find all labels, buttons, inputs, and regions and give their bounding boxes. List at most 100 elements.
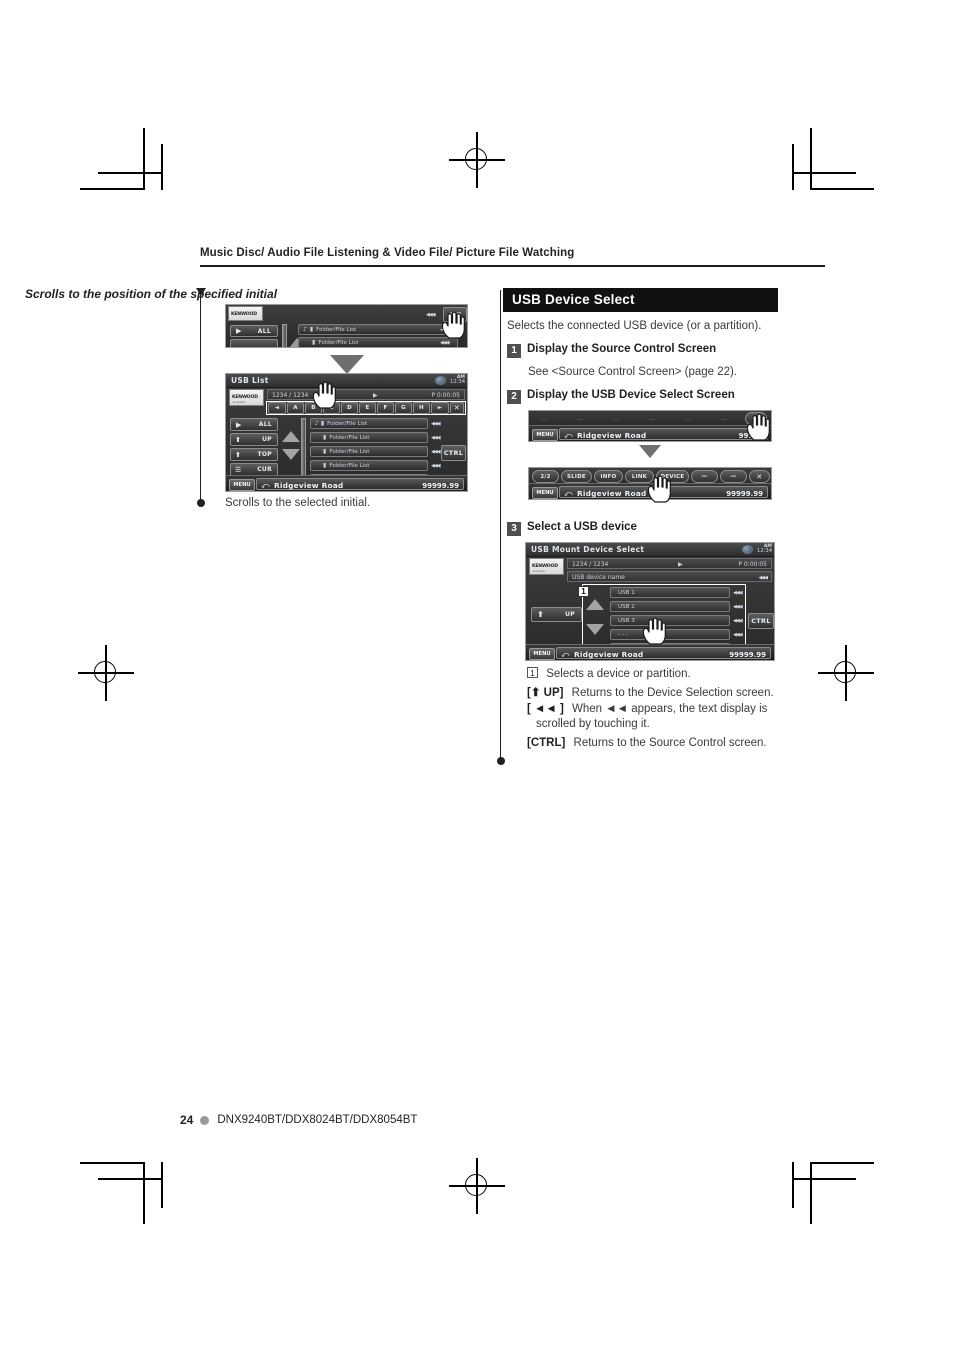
row-scroll-icon[interactable]: ◀◀◀: [733, 618, 742, 624]
all-button[interactable]: ▶ ALL: [230, 418, 278, 431]
ctrl-button[interactable]: CTRL: [748, 613, 774, 629]
up-button[interactable]: ⬆ UP: [230, 433, 278, 446]
crop-mark-br-v: [810, 1162, 812, 1224]
row-scroll-icon[interactable]: ◀◀◀: [758, 575, 767, 581]
list-item[interactable]: ▮ Folder/File List: [310, 446, 428, 457]
rule-end-dot-icon: [196, 499, 205, 507]
all-button-label: ALL: [257, 327, 271, 335]
play-icon: ▶: [373, 392, 378, 399]
scroll-down-arrow-icon[interactable]: [282, 449, 300, 460]
list-item-label: Folder/File List: [318, 339, 359, 346]
alpha-key[interactable]: D: [341, 402, 358, 414]
device-list-item-label: USB 2: [618, 603, 635, 610]
screen-bottom-bar: MENU ⤺ Ridgeview Road 99999: [529, 425, 771, 441]
touch-hand-cursor: [646, 475, 672, 503]
dash-placeholder: —: [613, 415, 620, 423]
clock-display: AM 12:34: [450, 375, 465, 385]
dash-placeholder: —: [721, 415, 728, 423]
note-key: [⬆ UP]: [527, 687, 564, 699]
crop-mark-br-h: [810, 1162, 874, 1164]
scroll-up-arrow-icon[interactable]: [586, 599, 604, 610]
crop-mark-bl-h2: [98, 1178, 162, 1180]
close-button[interactable]: ✕: [450, 402, 464, 414]
scroll-down-arrow-icon[interactable]: [586, 624, 604, 635]
track-strip[interactable]: ⤺ Ridgeview Road 99999.99: [256, 478, 464, 490]
list-item[interactable]: ▮ Folder/File List: [310, 460, 428, 471]
folder-up-icon: ⬆: [537, 610, 545, 619]
step-2: 2 Display the USB Device Select Screen: [507, 389, 735, 404]
turn-arrow-icon: ⤺: [261, 481, 270, 490]
track-count: 1234 / 1234: [272, 392, 309, 399]
alpha-key[interactable]: A: [287, 402, 304, 414]
crop-mark-bl-v: [143, 1162, 145, 1224]
list-scrollbar-partial[interactable]: [282, 324, 287, 347]
device-list-item[interactable]: USB 3: [610, 615, 730, 626]
crop-mark-tr-h: [810, 188, 874, 190]
slide-button[interactable]: SLIDE: [561, 470, 592, 483]
dash-placeholder: —: [541, 415, 548, 423]
registration-mark-left: [78, 645, 134, 701]
list-item-label: Folder/File List: [316, 326, 357, 333]
list-item[interactable]: ▮ Folder/File List: [298, 337, 458, 347]
row-scroll-icon[interactable]: ◀◀◀: [431, 463, 440, 469]
row-scroll-icon[interactable]: ◀◀◀: [440, 340, 449, 346]
up-button-label: UP: [565, 611, 575, 618]
scroll-indicator-icon: ◀◀◀: [426, 312, 435, 318]
info-button[interactable]: INFO: [594, 470, 623, 483]
track-strip[interactable]: ⤺ Ridgeview Road 99999: [559, 428, 768, 440]
list-item[interactable]: ♪ ▮ Folder/File List: [298, 324, 458, 335]
alpha-key[interactable]: F: [377, 402, 394, 414]
note-line-1: 1 Selects a device or partition.: [527, 667, 691, 680]
alpha-key[interactable]: E: [359, 402, 376, 414]
alpha-key-row: ◄ A B C D E F G H ► ✕: [267, 402, 465, 414]
manual-page: Music Disc/ Audio File Listening & Video…: [0, 0, 954, 1350]
empty-button[interactable]: —: [691, 470, 718, 483]
device-list-item[interactable]: USB 1: [610, 587, 730, 598]
turn-arrow-icon: ⤺: [564, 489, 573, 498]
file-icon: ▮: [320, 420, 325, 427]
alpha-key[interactable]: H: [413, 402, 430, 414]
row-scroll-icon[interactable]: ◀◀◀: [733, 604, 742, 610]
menu-button[interactable]: MENU: [532, 429, 558, 441]
device-list-item-label: - - -: [618, 631, 628, 638]
menu-button[interactable]: MENU: [529, 648, 555, 660]
alpha-key[interactable]: G: [395, 402, 412, 414]
all-button-partial[interactable]: ▶ ALL: [230, 325, 278, 337]
up-button-partial[interactable]: [230, 339, 278, 347]
menu-button[interactable]: MENU: [532, 487, 558, 499]
page-indicator-button[interactable]: 2/2: [532, 470, 559, 483]
dash-placeholder: —: [685, 415, 692, 423]
note-line-3b: scrolled by touching it.: [536, 718, 650, 730]
device-list-header: USB device name ◀◀◀: [567, 571, 772, 582]
list-item[interactable]: ▮ Folder/File List: [310, 432, 428, 443]
touch-hand-cursor: [440, 311, 466, 339]
up-button-label: UP: [262, 436, 272, 443]
device-list-item[interactable]: - - -: [610, 629, 730, 640]
step-number: 3: [507, 522, 521, 536]
ctrl-button[interactable]: CTRL: [441, 445, 466, 461]
device-list-item[interactable]: USB 2: [610, 601, 730, 612]
row-scroll-icon[interactable]: ◀◀◀: [733, 632, 742, 638]
flow-down-arrow-icon: [639, 445, 661, 458]
list-item-label: Folder/File List: [329, 462, 370, 469]
row-scroll-icon[interactable]: ◀◀◀: [431, 435, 440, 441]
track-name: Ridgeview Road: [577, 489, 647, 498]
alpha-key[interactable]: ◄: [268, 402, 286, 414]
track-strip[interactable]: ⤺ Ridgeview Road 99999.99: [556, 647, 771, 659]
list-item[interactable]: ♪ ▮ Folder/File List: [310, 418, 428, 429]
alpha-key[interactable]: ►: [431, 402, 449, 414]
up-button[interactable]: ⬆ UP: [531, 607, 582, 622]
scroll-up-arrow-icon[interactable]: [282, 431, 300, 442]
row-scroll-icon[interactable]: ◀◀◀: [733, 590, 742, 596]
top-button[interactable]: ⬆ TOP: [230, 448, 278, 461]
row-scroll-icon[interactable]: ◀◀◀: [431, 449, 440, 455]
menu-button[interactable]: MENU: [229, 479, 255, 491]
left-subhead: Scrolls to the position of the specified…: [25, 287, 278, 301]
close-button[interactable]: ✕: [749, 470, 770, 483]
file-icon: ▮: [323, 434, 327, 441]
note-key: [CTRL]: [527, 737, 566, 749]
list-scrollbar[interactable]: [301, 418, 306, 476]
row-scroll-icon[interactable]: ◀◀◀: [431, 421, 440, 427]
note-text: Returns to the Device Selection screen.: [571, 687, 774, 699]
empty-button[interactable]: —: [720, 470, 747, 483]
